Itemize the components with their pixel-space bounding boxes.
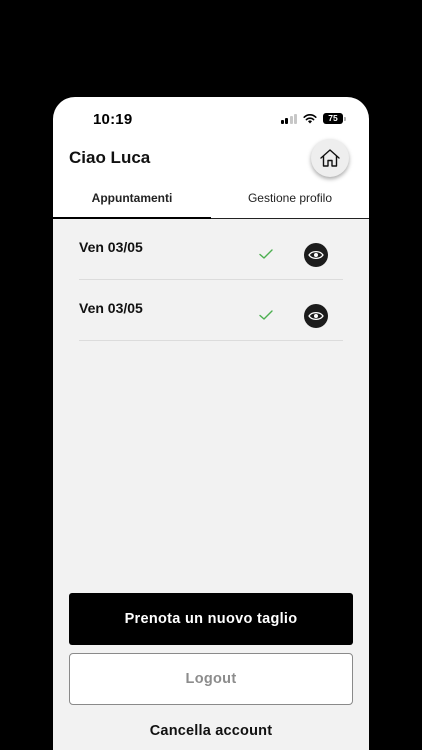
tab-bar: Appuntamenti Gestione profilo — [53, 185, 369, 219]
home-icon — [320, 149, 340, 167]
appointment-date: Ven 03/05 — [79, 239, 143, 255]
home-button[interactable] — [311, 139, 349, 177]
eye-icon — [308, 311, 324, 321]
view-appointment-button[interactable] — [304, 243, 328, 267]
appointment-list: Ven 03/05 Ven 03/05 — [79, 219, 343, 341]
tab-appuntamenti[interactable]: Appuntamenti — [53, 185, 211, 219]
delete-account-link[interactable]: Cancella account — [53, 723, 369, 739]
appointment-date: Ven 03/05 — [79, 300, 143, 316]
view-appointment-button[interactable] — [304, 304, 328, 328]
page-title: Ciao Luca — [69, 148, 151, 167]
list-item: Ven 03/05 — [79, 280, 343, 341]
check-icon — [259, 310, 273, 320]
phone-screen: 10:19 75 Ciao Luca Appuntamenti Gestione… — [53, 97, 369, 750]
status-bar: 10:19 75 — [53, 97, 369, 141]
tab-gestione-profilo[interactable]: Gestione profilo — [211, 185, 369, 218]
battery-icon: 75 — [323, 113, 346, 124]
eye-icon — [308, 250, 324, 260]
check-icon — [259, 249, 273, 259]
status-time: 10:19 — [93, 111, 133, 128]
status-icons: 75 — [280, 113, 346, 124]
wifi-icon — [303, 114, 317, 124]
book-new-cut-button[interactable]: Prenota un nuovo taglio — [69, 593, 353, 645]
signal-icon — [280, 113, 297, 124]
list-item: Ven 03/05 — [79, 219, 343, 280]
logout-button[interactable]: Logout — [69, 653, 353, 705]
